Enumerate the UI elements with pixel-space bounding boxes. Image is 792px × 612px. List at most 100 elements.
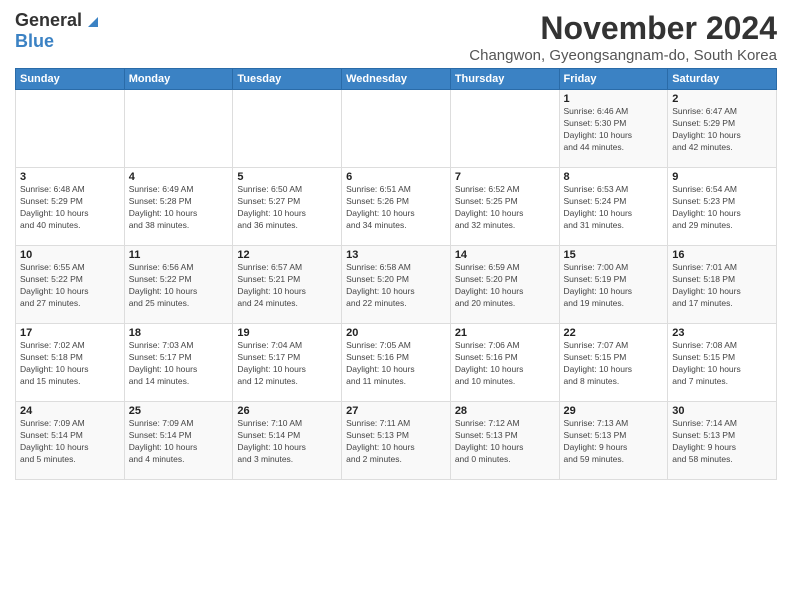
day-header-tuesday: Tuesday — [233, 69, 342, 90]
week-row-2: 10Sunrise: 6:55 AM Sunset: 5:22 PM Dayli… — [16, 246, 777, 324]
day-number: 17 — [20, 327, 120, 339]
calendar-cell: 19Sunrise: 7:04 AM Sunset: 5:17 PM Dayli… — [233, 324, 342, 402]
day-number: 10 — [20, 249, 120, 261]
calendar-cell: 14Sunrise: 6:59 AM Sunset: 5:20 PM Dayli… — [450, 246, 559, 324]
title-area: November 2024 Changwon, Gyeongsangnam-do… — [469, 10, 777, 64]
calendar-cell: 26Sunrise: 7:10 AM Sunset: 5:14 PM Dayli… — [233, 402, 342, 480]
day-info: Sunrise: 6:52 AM Sunset: 5:25 PM Dayligh… — [455, 184, 555, 232]
day-info: Sunrise: 6:49 AM Sunset: 5:28 PM Dayligh… — [129, 184, 229, 232]
day-number: 21 — [455, 327, 555, 339]
subtitle: Changwon, Gyeongsangnam-do, South Korea — [469, 47, 777, 64]
day-number: 18 — [129, 327, 229, 339]
calendar-cell: 1Sunrise: 6:46 AM Sunset: 5:30 PM Daylig… — [559, 90, 668, 168]
calendar-cell: 13Sunrise: 6:58 AM Sunset: 5:20 PM Dayli… — [342, 246, 451, 324]
day-info: Sunrise: 6:59 AM Sunset: 5:20 PM Dayligh… — [455, 262, 555, 310]
calendar-cell — [450, 90, 559, 168]
day-header-sunday: Sunday — [16, 69, 125, 90]
day-header-monday: Monday — [124, 69, 233, 90]
calendar-cell: 5Sunrise: 6:50 AM Sunset: 5:27 PM Daylig… — [233, 168, 342, 246]
day-header-wednesday: Wednesday — [342, 69, 451, 90]
page-container: General Blue November 2024 Changwon, Gye… — [0, 0, 792, 485]
day-info: Sunrise: 6:53 AM Sunset: 5:24 PM Dayligh… — [564, 184, 664, 232]
calendar-cell: 18Sunrise: 7:03 AM Sunset: 5:17 PM Dayli… — [124, 324, 233, 402]
calendar-cell: 28Sunrise: 7:12 AM Sunset: 5:13 PM Dayli… — [450, 402, 559, 480]
day-info: Sunrise: 7:03 AM Sunset: 5:17 PM Dayligh… — [129, 340, 229, 388]
calendar-cell: 22Sunrise: 7:07 AM Sunset: 5:15 PM Dayli… — [559, 324, 668, 402]
day-number: 22 — [564, 327, 664, 339]
day-number: 5 — [237, 171, 337, 183]
day-info: Sunrise: 6:58 AM Sunset: 5:20 PM Dayligh… — [346, 262, 446, 310]
day-info: Sunrise: 6:55 AM Sunset: 5:22 PM Dayligh… — [20, 262, 120, 310]
calendar-cell: 7Sunrise: 6:52 AM Sunset: 5:25 PM Daylig… — [450, 168, 559, 246]
calendar-cell: 3Sunrise: 6:48 AM Sunset: 5:29 PM Daylig… — [16, 168, 125, 246]
calendar-cell: 21Sunrise: 7:06 AM Sunset: 5:16 PM Dayli… — [450, 324, 559, 402]
calendar-cell: 8Sunrise: 6:53 AM Sunset: 5:24 PM Daylig… — [559, 168, 668, 246]
calendar-cell: 25Sunrise: 7:09 AM Sunset: 5:14 PM Dayli… — [124, 402, 233, 480]
calendar-cell: 12Sunrise: 6:57 AM Sunset: 5:21 PM Dayli… — [233, 246, 342, 324]
day-number: 11 — [129, 249, 229, 261]
day-number: 26 — [237, 405, 337, 417]
day-number: 7 — [455, 171, 555, 183]
day-info: Sunrise: 7:14 AM Sunset: 5:13 PM Dayligh… — [672, 418, 772, 466]
day-number: 24 — [20, 405, 120, 417]
day-info: Sunrise: 7:00 AM Sunset: 5:19 PM Dayligh… — [564, 262, 664, 310]
day-info: Sunrise: 7:04 AM Sunset: 5:17 PM Dayligh… — [237, 340, 337, 388]
day-info: Sunrise: 7:12 AM Sunset: 5:13 PM Dayligh… — [455, 418, 555, 466]
day-header-thursday: Thursday — [450, 69, 559, 90]
day-number: 13 — [346, 249, 446, 261]
day-info: Sunrise: 6:47 AM Sunset: 5:29 PM Dayligh… — [672, 106, 772, 154]
day-info: Sunrise: 6:46 AM Sunset: 5:30 PM Dayligh… — [564, 106, 664, 154]
calendar-cell: 23Sunrise: 7:08 AM Sunset: 5:15 PM Dayli… — [668, 324, 777, 402]
day-number: 29 — [564, 405, 664, 417]
calendar-cell: 4Sunrise: 6:49 AM Sunset: 5:28 PM Daylig… — [124, 168, 233, 246]
day-number: 19 — [237, 327, 337, 339]
day-number: 23 — [672, 327, 772, 339]
day-number: 1 — [564, 93, 664, 105]
day-info: Sunrise: 7:06 AM Sunset: 5:16 PM Dayligh… — [455, 340, 555, 388]
logo: General Blue — [15, 10, 102, 52]
calendar-cell: 16Sunrise: 7:01 AM Sunset: 5:18 PM Dayli… — [668, 246, 777, 324]
day-info: Sunrise: 7:07 AM Sunset: 5:15 PM Dayligh… — [564, 340, 664, 388]
day-number: 27 — [346, 405, 446, 417]
calendar-cell: 11Sunrise: 6:56 AM Sunset: 5:22 PM Dayli… — [124, 246, 233, 324]
day-number: 28 — [455, 405, 555, 417]
day-info: Sunrise: 7:09 AM Sunset: 5:14 PM Dayligh… — [129, 418, 229, 466]
logo-blue-text: Blue — [15, 31, 54, 51]
day-info: Sunrise: 7:05 AM Sunset: 5:16 PM Dayligh… — [346, 340, 446, 388]
calendar-cell — [16, 90, 125, 168]
day-number: 9 — [672, 171, 772, 183]
header-row: SundayMondayTuesdayWednesdayThursdayFrid… — [16, 69, 777, 90]
day-info: Sunrise: 6:50 AM Sunset: 5:27 PM Dayligh… — [237, 184, 337, 232]
day-info: Sunrise: 7:09 AM Sunset: 5:14 PM Dayligh… — [20, 418, 120, 466]
day-number: 15 — [564, 249, 664, 261]
day-number: 30 — [672, 405, 772, 417]
day-number: 25 — [129, 405, 229, 417]
logo-general-text: General — [15, 10, 82, 31]
calendar-cell: 15Sunrise: 7:00 AM Sunset: 5:19 PM Dayli… — [559, 246, 668, 324]
day-info: Sunrise: 7:13 AM Sunset: 5:13 PM Dayligh… — [564, 418, 664, 466]
calendar-cell: 10Sunrise: 6:55 AM Sunset: 5:22 PM Dayli… — [16, 246, 125, 324]
calendar-cell: 6Sunrise: 6:51 AM Sunset: 5:26 PM Daylig… — [342, 168, 451, 246]
day-info: Sunrise: 7:01 AM Sunset: 5:18 PM Dayligh… — [672, 262, 772, 310]
calendar-cell — [342, 90, 451, 168]
calendar-cell: 2Sunrise: 6:47 AM Sunset: 5:29 PM Daylig… — [668, 90, 777, 168]
day-info: Sunrise: 6:48 AM Sunset: 5:29 PM Dayligh… — [20, 184, 120, 232]
calendar-table: SundayMondayTuesdayWednesdayThursdayFrid… — [15, 68, 777, 480]
calendar-cell: 30Sunrise: 7:14 AM Sunset: 5:13 PM Dayli… — [668, 402, 777, 480]
day-number: 16 — [672, 249, 772, 261]
week-row-3: 17Sunrise: 7:02 AM Sunset: 5:18 PM Dayli… — [16, 324, 777, 402]
day-number: 8 — [564, 171, 664, 183]
day-info: Sunrise: 7:02 AM Sunset: 5:18 PM Dayligh… — [20, 340, 120, 388]
day-info: Sunrise: 7:11 AM Sunset: 5:13 PM Dayligh… — [346, 418, 446, 466]
month-title: November 2024 — [469, 10, 777, 47]
calendar-cell: 29Sunrise: 7:13 AM Sunset: 5:13 PM Dayli… — [559, 402, 668, 480]
calendar-cell: 24Sunrise: 7:09 AM Sunset: 5:14 PM Dayli… — [16, 402, 125, 480]
calendar-cell: 9Sunrise: 6:54 AM Sunset: 5:23 PM Daylig… — [668, 168, 777, 246]
day-number: 2 — [672, 93, 772, 105]
week-row-0: 1Sunrise: 6:46 AM Sunset: 5:30 PM Daylig… — [16, 90, 777, 168]
day-info: Sunrise: 6:51 AM Sunset: 5:26 PM Dayligh… — [346, 184, 446, 232]
calendar-cell: 20Sunrise: 7:05 AM Sunset: 5:16 PM Dayli… — [342, 324, 451, 402]
calendar-cell — [233, 90, 342, 168]
day-info: Sunrise: 6:54 AM Sunset: 5:23 PM Dayligh… — [672, 184, 772, 232]
day-header-friday: Friday — [559, 69, 668, 90]
